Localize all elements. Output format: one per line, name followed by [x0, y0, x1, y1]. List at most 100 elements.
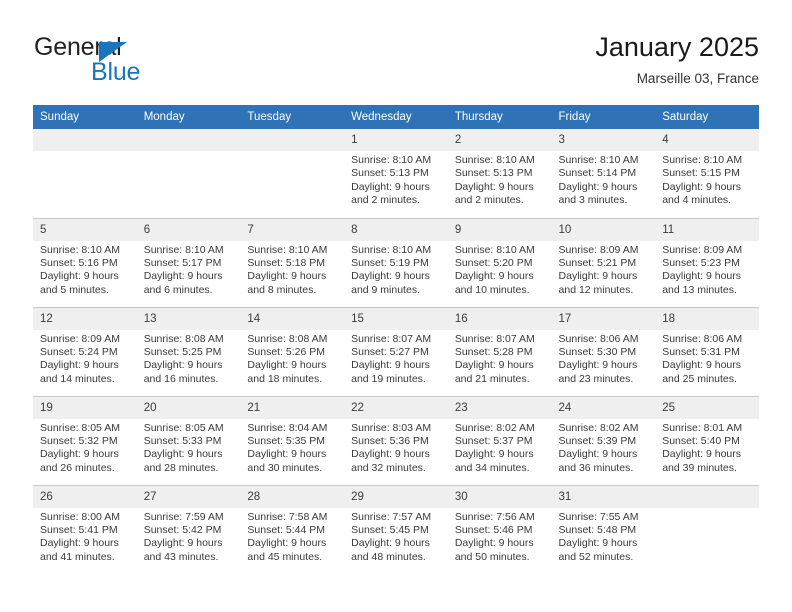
daylight-text-line1: Daylight: 9 hours: [40, 359, 119, 372]
sunrise-text: Sunrise: 8:09 AM: [558, 243, 639, 256]
daylight-text-line2: and 12 minutes.: [558, 283, 634, 296]
daylight-text-line1: Daylight: 9 hours: [143, 448, 223, 461]
calendar-day-cell[interactable]: 19 Sunrise: 8:05 AM Sunset: 5:32 PM Dayligh…: [33, 395, 137, 485]
day-info: Sunrise: 7:56 AM Sunset: 5:46 PM Daylight:…: [448, 508, 552, 565]
sunset-text: Sunset: 5:21 PM: [558, 256, 637, 269]
day-info: Sunrise: 8:08 AM Sunset: 5:26 PM Daylight:…: [240, 330, 344, 387]
daylight-text-line2: and 13 minutes.: [662, 283, 737, 296]
day-info: Sunrise: 8:10 AM Sunset: 5:20 PM Daylight:…: [448, 241, 552, 298]
calendar-day-cell[interactable]: 21 Sunrise: 8:04 AM Sunset: 5:35 PM Dayligh…: [240, 395, 345, 485]
day-number: 12: [33, 307, 137, 330]
day-info: Sunrise: 8:10 AM Sunset: 5:16 PM Daylight:…: [33, 241, 137, 298]
sunrise-text: Sunrise: 8:10 AM: [351, 154, 432, 166]
calendar-day-cell[interactable]: 16 Sunrise: 8:07 AM Sunset: 5:28 PM Dayligh…: [447, 306, 552, 396]
sunset-text: Sunset: 5:23 PM: [662, 256, 740, 269]
calendar-day-cell[interactable]: 11 Sunrise: 8:09 AM Sunset: 5:23 PM Dayligh…: [655, 217, 759, 307]
daylight-text-line2: and 32 minutes.: [351, 461, 426, 474]
daylight-text-line1: Daylight: 9 hours: [247, 359, 327, 372]
daylight-text-line1: Daylight: 9 hours: [662, 359, 742, 372]
sunrise-text: Sunrise: 8:06 AM: [662, 332, 743, 345]
weekday-header-wednesday: Wednesday: [344, 105, 448, 129]
weekday-header-saturday: Saturday: [655, 105, 759, 129]
day-number: 24: [551, 396, 656, 419]
sunrise-text: Sunrise: 8:10 AM: [351, 243, 432, 256]
day-number: 21: [240, 396, 345, 419]
calendar-week-row: 1 Sunrise: 8:10 AM Sunset: 5:13 PM Daylight…: [33, 129, 759, 218]
calendar-day-cell[interactable]: 24 Sunrise: 8:02 AM Sunset: 5:39 PM Dayligh…: [551, 395, 656, 485]
calendar-day-cell[interactable]: 8 Sunrise: 8:10 AM Sunset: 5:19 PM Daylight…: [344, 217, 448, 307]
day-number: 15: [344, 307, 448, 330]
calendar-cell-empty: [240, 129, 345, 218]
sunset-text: Sunset: 5:13 PM: [454, 167, 533, 180]
calendar-cell-empty: [136, 129, 241, 218]
daylight-text-line1: Daylight: 9 hours: [143, 537, 223, 550]
calendar-day-cell[interactable]: 2 Sunrise: 8:10 AM Sunset: 5:13 PM Daylight…: [447, 129, 552, 218]
day-number: 27: [136, 485, 241, 508]
day-info: Sunrise: 8:07 AM Sunset: 5:28 PM Daylight:…: [448, 330, 552, 387]
daylight-text-line1: Daylight: 9 hours: [454, 270, 534, 283]
calendar-day-cell[interactable]: 25 Sunrise: 8:01 AM Sunset: 5:40 PM Dayligh…: [655, 395, 759, 485]
calendar-day-cell[interactable]: 14 Sunrise: 8:08 AM Sunset: 5:26 PM Dayligh…: [240, 306, 345, 396]
calendar-day-cell[interactable]: 18 Sunrise: 8:06 AM Sunset: 5:31 PM Dayligh…: [655, 306, 759, 396]
sunset-text: Sunset: 5:39 PM: [558, 434, 637, 447]
sunrise-text: Sunrise: 8:06 AM: [558, 332, 639, 345]
day-number: [655, 485, 759, 508]
daylight-text-line1: Daylight: 9 hours: [351, 180, 430, 193]
sunset-text: Sunset: 5:13 PM: [351, 167, 429, 180]
daylight-text-line2: and 10 minutes.: [454, 283, 530, 296]
sunset-text: Sunset: 5:48 PM: [558, 523, 637, 536]
day-number: 19: [33, 396, 137, 419]
day-info: Sunrise: 8:10 AM Sunset: 5:13 PM Daylight:…: [344, 151, 448, 208]
daylight-text-line1: Daylight: 9 hours: [351, 359, 430, 372]
calendar-day-cell[interactable]: 27 Sunrise: 7:59 AM Sunset: 5:42 PM Dayligh…: [136, 484, 241, 574]
calendar-day-cell[interactable]: 20 Sunrise: 8:05 AM Sunset: 5:33 PM Dayligh…: [136, 395, 241, 485]
calendar-day-cell[interactable]: 1 Sunrise: 8:10 AM Sunset: 5:13 PM Daylight…: [344, 129, 448, 218]
calendar-day-cell[interactable]: 30 Sunrise: 7:56 AM Sunset: 5:46 PM Dayligh…: [447, 484, 552, 574]
sunrise-text: Sunrise: 8:10 AM: [40, 243, 120, 256]
daylight-text-line2: and 2 minutes.: [454, 194, 524, 207]
calendar-day-cell[interactable]: 12 Sunrise: 8:09 AM Sunset: 5:24 PM Dayligh…: [33, 306, 137, 396]
daylight-text-line2: and 43 minutes.: [143, 550, 219, 563]
calendar-day-cell[interactable]: 29 Sunrise: 7:57 AM Sunset: 5:45 PM Dayligh…: [344, 484, 448, 574]
daylight-text-line1: Daylight: 9 hours: [454, 180, 534, 193]
day-number: 14: [240, 307, 345, 330]
daylight-text-line1: Daylight: 9 hours: [558, 448, 638, 461]
daylight-text-line2: and 14 minutes.: [40, 372, 115, 385]
daylight-text-line2: and 26 minutes.: [40, 461, 115, 474]
day-info: Sunrise: 8:10 AM Sunset: 5:14 PM Daylight:…: [552, 151, 656, 208]
calendar-day-cell[interactable]: 10 Sunrise: 8:09 AM Sunset: 5:21 PM Dayligh…: [551, 217, 656, 307]
calendar-day-cell[interactable]: 7 Sunrise: 8:10 AM Sunset: 5:18 PM Daylight…: [240, 217, 345, 307]
day-info: Sunrise: 8:09 AM Sunset: 5:21 PM Daylight:…: [552, 241, 656, 298]
day-info: Sunrise: 7:59 AM Sunset: 5:42 PM Daylight:…: [137, 508, 241, 565]
day-info: Sunrise: 8:03 AM Sunset: 5:36 PM Daylight:…: [344, 419, 448, 476]
sunrise-text: Sunrise: 8:05 AM: [143, 421, 224, 434]
daylight-text-line2: and 41 minutes.: [40, 550, 115, 563]
sunrise-text: Sunrise: 8:10 AM: [143, 243, 224, 256]
calendar-day-cell[interactable]: 15 Sunrise: 8:07 AM Sunset: 5:27 PM Dayligh…: [344, 306, 448, 396]
calendar-day-cell[interactable]: 3 Sunrise: 8:10 AM Sunset: 5:14 PM Daylight…: [551, 129, 656, 218]
day-number: 8: [344, 218, 448, 241]
calendar-day-cell[interactable]: 9 Sunrise: 8:10 AM Sunset: 5:20 PM Daylight…: [447, 217, 552, 307]
day-info: Sunrise: 8:05 AM Sunset: 5:32 PM Daylight:…: [33, 419, 137, 476]
calendar-day-cell[interactable]: 28 Sunrise: 7:58 AM Sunset: 5:44 PM Dayligh…: [240, 484, 345, 574]
day-number: 23: [447, 396, 552, 419]
day-info: Sunrise: 8:10 AM Sunset: 5:19 PM Daylight:…: [344, 241, 448, 298]
calendar-day-cell[interactable]: 17 Sunrise: 8:06 AM Sunset: 5:30 PM Dayligh…: [551, 306, 656, 396]
day-info: Sunrise: 8:01 AM Sunset: 5:40 PM Daylight:…: [655, 419, 759, 476]
sunset-text: Sunset: 5:40 PM: [662, 434, 740, 447]
calendar-day-cell[interactable]: 4 Sunrise: 8:10 AM Sunset: 5:15 PM Daylight…: [655, 129, 759, 218]
calendar-day-cell[interactable]: 26 Sunrise: 8:00 AM Sunset: 5:41 PM Dayligh…: [33, 484, 137, 574]
sunset-text: Sunset: 5:24 PM: [40, 345, 118, 358]
sunset-text: Sunset: 5:32 PM: [40, 434, 118, 447]
calendar-day-cell[interactable]: 23 Sunrise: 8:02 AM Sunset: 5:37 PM Dayligh…: [447, 395, 552, 485]
general-blue-logo[interactable]: General Blue: [33, 32, 263, 92]
day-number: 16: [447, 307, 552, 330]
calendar-day-cell[interactable]: 31 Sunrise: 7:55 AM Sunset: 5:48 PM Dayligh…: [551, 484, 656, 574]
calendar-day-cell[interactable]: 22 Sunrise: 8:03 AM Sunset: 5:36 PM Dayligh…: [344, 395, 448, 485]
sunrise-text: Sunrise: 8:04 AM: [247, 421, 328, 434]
calendar-day-cell[interactable]: 5 Sunrise: 8:10 AM Sunset: 5:16 PM Daylight…: [33, 217, 137, 307]
calendar-day-cell[interactable]: 6 Sunrise: 8:10 AM Sunset: 5:17 PM Daylight…: [136, 217, 241, 307]
calendar-day-cell[interactable]: 13 Sunrise: 8:08 AM Sunset: 5:25 PM Dayligh…: [136, 306, 241, 396]
calendar-week-row: 19 Sunrise: 8:05 AM Sunset: 5:32 PM Dayligh…: [33, 395, 759, 485]
daylight-text-line2: and 34 minutes.: [454, 461, 530, 474]
